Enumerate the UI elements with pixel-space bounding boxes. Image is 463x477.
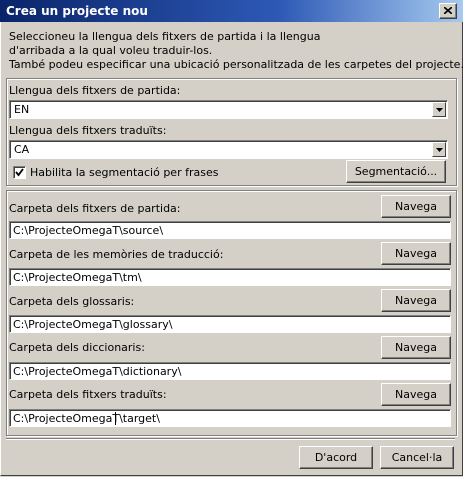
ok-button[interactable]: D'acord: [299, 446, 373, 469]
source-folder-path: C:\ProjecteOmegaT\source\: [13, 224, 164, 237]
glossary-folder-path: C:\ProjecteOmegaT\glossary\: [13, 318, 173, 331]
segmentation-checkbox[interactable]: [13, 166, 26, 179]
target-lang-select[interactable]: CA: [9, 140, 448, 159]
close-button[interactable]: [439, 3, 457, 19]
source-lang-value: EN: [14, 103, 30, 116]
dictionary-folder-label: Carpeta dels diccionaris:: [9, 341, 145, 354]
dictionary-folder-path: C:\ProjecteOmegaT\dictionary\: [13, 365, 182, 378]
tm-folder-field[interactable]: C:\ProjecteOmegaT\tm\: [9, 268, 451, 286]
target-folder-label: Carpeta dels fitxers traduïts:: [9, 388, 167, 401]
segmentation-checkbox-label: Habilita la segmentació per frases: [30, 166, 219, 179]
glossary-folder-field[interactable]: C:\ProjecteOmegaT\glossary\: [9, 315, 451, 333]
dictionary-folder-browse-button[interactable]: Navega: [381, 336, 451, 359]
target-lang-dropdown-button[interactable]: [432, 142, 446, 157]
chevron-down-icon: [436, 148, 443, 152]
glossary-folder-browse-button[interactable]: Navega: [381, 289, 451, 312]
source-folder-label: Carpeta dels fitxers de partida:: [9, 202, 181, 215]
tm-folder-browse-button[interactable]: Navega: [381, 242, 451, 265]
source-lang-select[interactable]: EN: [9, 100, 448, 119]
target-lang-label: Llengua dels fitxers traduïts:: [9, 124, 167, 137]
dictionary-folder-field[interactable]: C:\ProjecteOmegaT\dictionary\: [9, 362, 451, 380]
title-bar: Crea un projecte nou: [0, 0, 463, 22]
tm-folder-label: Carpeta de les memòries de traducció:: [9, 248, 224, 261]
chevron-down-icon: [436, 108, 443, 112]
glossary-folder-label: Carpeta dels glossaris:: [9, 295, 135, 308]
tm-folder-path: C:\ProjecteOmegaT\tm\: [13, 271, 142, 284]
intro-line: Seleccioneu la llengua dels fitxers de p…: [9, 30, 321, 43]
source-folder-browse-button[interactable]: Navega: [381, 195, 451, 218]
footer-separator: [6, 438, 455, 440]
intro-line: d'arribada a la qual voleu traduir-los.: [9, 44, 213, 57]
target-folder-browse-button[interactable]: Navega: [381, 383, 451, 406]
intro-text: Seleccioneu la llengua dels fitxers de p…: [9, 30, 463, 72]
window-title: Crea un projecte nou: [6, 4, 148, 18]
segmentation-button[interactable]: Segmentació...: [346, 160, 446, 183]
source-folder-field[interactable]: C:\ProjecteOmegaT\source\: [9, 221, 451, 239]
target-folder-path: C:\ProjecteOmegaT\target\: [13, 412, 160, 425]
text-caret: [115, 412, 116, 425]
close-icon: [444, 7, 452, 14]
target-lang-value: CA: [14, 143, 30, 156]
checkmark-icon: [15, 168, 24, 177]
cancel-button[interactable]: Cancel·la: [380, 446, 454, 469]
source-lang-dropdown-button[interactable]: [432, 102, 446, 117]
target-folder-field[interactable]: C:\ProjecteOmegaT\target\: [9, 409, 451, 427]
intro-line: També podeu especificar una ubicació per…: [9, 58, 463, 71]
source-lang-label: Llengua dels fitxers de partida:: [9, 84, 181, 97]
